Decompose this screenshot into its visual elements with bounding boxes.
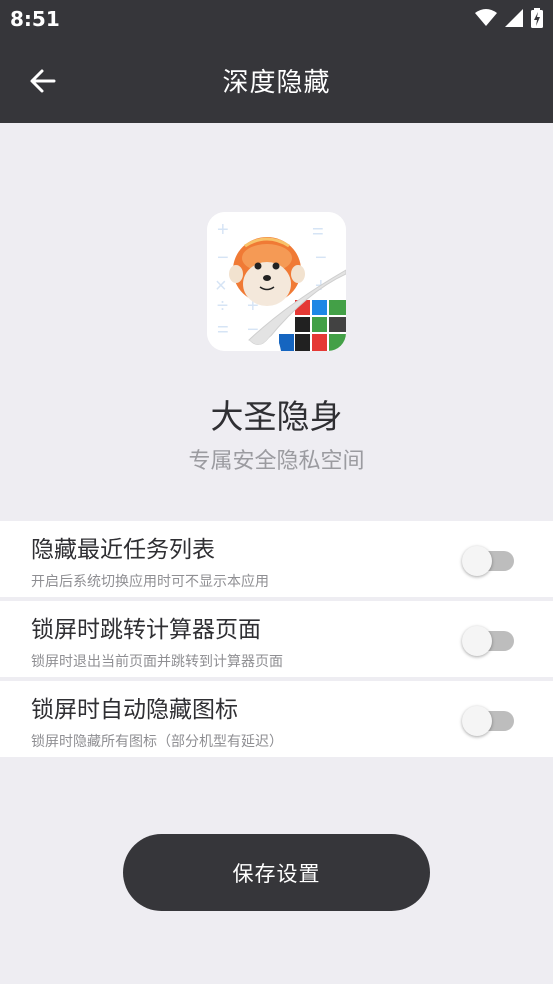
setting-title: 锁屏时跳转计算器页面 [31,617,261,643]
app-slogan: 专属安全隐私空间 [188,449,365,474]
page-title: 深度隐藏 [222,68,331,98]
monkey-calculator-logo: += −− ×+ ÷+ =− [207,212,346,351]
status-icons [475,8,543,28]
toggle-thumb [462,546,492,576]
battery-charging-icon [531,8,543,28]
hide-recents-toggle[interactable] [460,543,516,577]
svg-text:+: + [217,219,229,241]
toggle-thumb [462,706,492,736]
svg-text:×: × [215,275,227,297]
app-bar: 深度隐藏 [0,38,553,123]
wifi-icon [475,9,497,26]
setting-hide-recents: 隐藏最近任务列表 开启后系统切换应用时可不显示本应用 [0,521,553,597]
setting-description: 开启后系统切换应用时可不显示本应用 [31,574,269,590]
lock-jump-calculator-toggle[interactable] [460,623,516,657]
signal-icon [505,9,523,27]
toggle-thumb [462,626,492,656]
setting-description: 锁屏时退出当前页面并跳转到计算器页面 [31,654,283,670]
svg-text:=: = [312,221,324,243]
setting-description: 锁屏时隐藏所有图标（部分机型有延迟） [31,734,283,750]
svg-text:÷: ÷ [217,295,228,317]
settings-list: 隐藏最近任务列表 开启后系统切换应用时可不显示本应用 锁屏时跳转计算器页面 锁屏… [0,521,553,761]
setting-title: 锁屏时自动隐藏图标 [31,697,238,723]
svg-text:−: − [217,247,229,269]
status-bar: 8:51 [0,0,553,38]
setting-lock-hide-icons: 锁屏时自动隐藏图标 锁屏时隐藏所有图标（部分机型有延迟） [0,681,553,757]
svg-text:−: − [315,247,327,269]
status-time: 8:51 [10,7,60,31]
svg-text:=: = [217,319,229,341]
setting-lock-jump-calculator: 锁屏时跳转计算器页面 锁屏时退出当前页面并跳转到计算器页面 [0,601,553,677]
lock-hide-icons-toggle[interactable] [460,703,516,737]
app-name: 大圣隐身 [210,397,343,436]
save-settings-button[interactable]: 保存设置 [123,834,430,911]
setting-title: 隐藏最近任务列表 [31,537,215,563]
